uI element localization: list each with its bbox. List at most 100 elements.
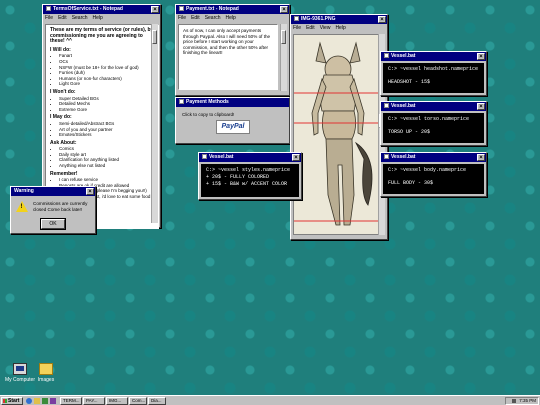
scroll-thumb[interactable] — [152, 30, 157, 44]
tos-scrollbar[interactable] — [151, 24, 158, 223]
menu-edit[interactable]: Edit — [58, 15, 67, 21]
styles-console[interactable]: C:> ~vessel styles.nameprice + 20$ - FUL… — [201, 164, 299, 197]
menu-help[interactable]: Help — [93, 15, 103, 21]
menu-view[interactable]: View — [320, 25, 331, 31]
warning-exclaim-icon: ! — [20, 204, 23, 210]
scroll-thumb[interactable] — [281, 30, 286, 44]
menu-edit[interactable]: Edit — [306, 25, 315, 31]
console-line: + 15$ - B&W w/ ACCENT COLOR — [206, 181, 288, 187]
console-result: TORSO UP - 20$ — [388, 129, 431, 135]
window-title: IMG-9361.PNG — [301, 16, 336, 22]
console-icon — [384, 103, 389, 109]
start-button[interactable]: Start — [1, 397, 23, 405]
body-console[interactable]: C:> ~vessel body.nameprice FULL BODY - 3… — [383, 164, 484, 194]
console-command: C:> ~vessel torso.nameprice — [388, 116, 470, 122]
payment-menubar: File Edit Search Help — [176, 14, 289, 22]
close-button[interactable]: × — [477, 103, 485, 110]
menu-file[interactable]: File — [45, 15, 53, 21]
menu-file[interactable]: File — [178, 15, 186, 21]
payment-text: As of now, I can only accept payments th… — [183, 28, 271, 56]
headshot-title-bar[interactable]: Vessel.bat × — [381, 52, 486, 61]
notepad-icon — [46, 6, 51, 12]
notepad-icon — [179, 6, 184, 12]
window-title: Payment.txt - Notepad — [186, 6, 239, 12]
console-command: C:> ~vessel styles.nameprice — [206, 167, 291, 173]
menu-file[interactable]: File — [293, 25, 301, 31]
desktop-icon-label: Images — [37, 377, 55, 383]
payment-methods-title-bar[interactable]: Payment Methods — [176, 98, 289, 107]
ok-button[interactable]: OK — [41, 219, 65, 229]
styles-title-bar[interactable]: Vessel.bat × — [199, 153, 301, 162]
will-do-list: Fanart OCs NSFW (must be 18+ for the lov… — [50, 53, 154, 87]
body-window[interactable]: Vessel.bat × C:> ~vessel body.nameprice F… — [380, 152, 487, 197]
image-file-icon — [294, 16, 299, 22]
payment-methods-hint: Click to copy to clipboard! — [182, 112, 235, 117]
menu-help[interactable]: Help — [226, 15, 236, 21]
window-title: TermsOfService.txt - Notepad — [53, 6, 123, 12]
torso-console[interactable]: C:> ~vessel torso.nameprice TORSO UP - 2… — [383, 113, 484, 143]
speaker-icon[interactable] — [512, 398, 517, 403]
window-title: Vessel.bat — [391, 154, 416, 160]
payment-text-area[interactable]: As of now, I can only accept payments th… — [178, 24, 278, 90]
internet-explorer-icon[interactable] — [26, 398, 32, 404]
taskbar-button-payment[interactable]: PAY... — [83, 397, 105, 405]
window-title: Warning — [14, 188, 34, 194]
taskbar-button-image[interactable]: IMG... — [106, 397, 128, 405]
payment-window[interactable]: Payment.txt - Notepad × File Edit Search Hel… — [175, 4, 290, 96]
window-title: Vessel.bat — [209, 154, 234, 160]
folder-icon — [39, 363, 53, 375]
headshot-window[interactable]: Vessel.bat × C:> ~vessel headshot.namepri… — [380, 51, 487, 96]
payment-scrollbar[interactable] — [280, 24, 287, 91]
list-item: Light Gore — [59, 81, 154, 87]
close-button[interactable]: × — [292, 154, 300, 161]
image-title-bar[interactable]: IMG-9361.PNG × — [291, 15, 387, 24]
body-title-bar[interactable]: Vessel.bat × — [381, 153, 486, 162]
close-button[interactable]: × — [477, 154, 485, 161]
warning-title-bar[interactable]: Warning × — [11, 187, 95, 196]
payment-title-bar[interactable]: Payment.txt - Notepad × — [176, 5, 289, 14]
taskbar-button-console[interactable]: Com... — [129, 397, 147, 405]
torso-window[interactable]: Vessel.bat × C:> ~vessel torso.nameprice … — [380, 101, 487, 146]
close-button[interactable]: × — [280, 6, 288, 13]
close-button[interactable]: × — [151, 6, 159, 13]
console-line: + 20$ - FULLY COLORED — [206, 174, 270, 180]
tos-title-bar[interactable]: TermsOfService.txt - Notepad × — [43, 5, 160, 14]
character-drawing — [294, 41, 382, 226]
taskbar-button-dialog[interactable]: Dia... — [148, 397, 166, 405]
ask-about-list: Comics Daily style art Clarification for… — [50, 146, 154, 168]
start-label: Start — [8, 398, 20, 404]
window-title: Vessel.bat — [391, 103, 416, 109]
menu-search[interactable]: Search — [72, 15, 88, 21]
image-menubar: File Edit View Help — [291, 24, 387, 32]
clock[interactable]: 7:35 PM — [519, 398, 536, 403]
taskbar-button-terms[interactable]: TERM... — [60, 397, 82, 405]
close-button[interactable]: × — [378, 16, 386, 23]
show-desktop-icon[interactable] — [42, 398, 48, 404]
close-button[interactable]: × — [86, 188, 94, 195]
styles-window[interactable]: Vessel.bat × C:> ~vessel styles.nameprice… — [198, 152, 302, 200]
menu-search[interactable]: Search — [205, 15, 221, 21]
outlook-icon[interactable] — [34, 398, 40, 404]
warning-dialog[interactable]: Warning × ! Commissions are currently clo… — [10, 186, 96, 234]
image-window[interactable]: IMG-9361.PNG × File Edit View Help — [290, 14, 388, 240]
headshot-console[interactable]: C:> ~vessel headshot.nameprice HEADSHOT … — [383, 63, 484, 93]
channels-icon[interactable] — [50, 398, 56, 404]
console-result: FULL BODY - 30$ — [388, 180, 434, 186]
payment-methods-window[interactable]: Payment Methods Click to copy to clipboa… — [175, 97, 290, 144]
menu-edit[interactable]: Edit — [191, 15, 200, 21]
window-title: Payment Methods — [186, 99, 229, 105]
menu-help[interactable]: Help — [335, 25, 345, 31]
tos-menubar: File Edit Search Help — [43, 14, 160, 22]
tos-intro: These are my terms of service (or rules)… — [50, 27, 154, 45]
torso-title-bar[interactable]: Vessel.bat × — [381, 102, 486, 111]
windows-logo-icon — [3, 399, 7, 403]
desktop-icon-images[interactable]: Images — [26, 363, 66, 383]
list-item: Anything else not listed — [59, 163, 154, 169]
image-canvas — [293, 34, 383, 235]
window-title: Vessel.bat — [391, 53, 416, 59]
paypal-button[interactable]: PayPal — [216, 120, 250, 134]
app-icon — [179, 99, 184, 105]
console-icon — [384, 53, 389, 59]
warning-message: Commissions are currently closed Come ba… — [33, 201, 88, 212]
close-button[interactable]: × — [477, 53, 485, 60]
